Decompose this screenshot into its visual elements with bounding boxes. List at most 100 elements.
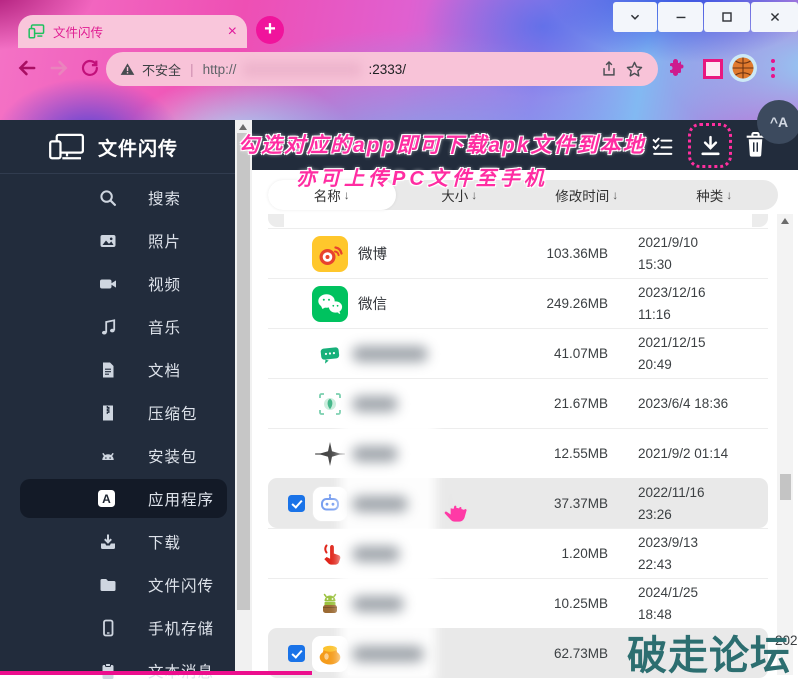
sidebar-item-label: 文件闪传 xyxy=(148,574,214,596)
reload-button[interactable] xyxy=(79,57,100,78)
tab-close-icon[interactable]: × xyxy=(228,24,237,40)
sidebar-item-videos[interactable]: 视频 xyxy=(0,262,235,305)
extensions-puzzle-icon[interactable] xyxy=(666,57,686,77)
redacted-file-name xyxy=(352,496,408,512)
insecure-warning-icon xyxy=(120,62,135,76)
bookmark-star-icon[interactable] xyxy=(625,60,644,79)
android-app-icon xyxy=(312,586,348,622)
sidebar-item-music[interactable]: 音乐 xyxy=(0,305,235,348)
text-size-fab[interactable]: ^A xyxy=(757,100,798,144)
file-size: 37.37MB xyxy=(516,479,608,528)
sparkle-app-icon xyxy=(312,436,348,472)
table-row[interactable]: 37.37MB 2022/11/16 23:26 xyxy=(268,478,768,528)
sidebar-item-installers[interactable]: 安装包 xyxy=(0,434,235,477)
wechat-app-icon xyxy=(312,286,348,322)
redacted-url-host xyxy=(243,62,361,77)
chat-app-icon xyxy=(312,336,348,372)
scrollbar-thumb[interactable] xyxy=(237,133,250,610)
annotation-line2: 亦可上传PC文件至手机 xyxy=(296,162,548,191)
robot-app-icon xyxy=(312,486,348,522)
close-window-button[interactable] xyxy=(751,2,798,32)
sidebar-item-label: 照片 xyxy=(148,230,181,252)
sidebar-item-label: 压缩包 xyxy=(148,402,198,424)
row-checkbox[interactable] xyxy=(288,645,305,662)
sidebar-item-archives[interactable]: 压缩包 xyxy=(0,391,235,434)
address-bar[interactable]: 不安全 | http:// :2333/ xyxy=(106,52,658,86)
sidebar-divider xyxy=(0,173,235,174)
address-divider: | xyxy=(190,61,194,77)
sidebar-item-search[interactable]: 搜索 xyxy=(0,176,235,219)
hand-cursor-annotation xyxy=(436,492,470,528)
forum-watermark: 破走论坛 xyxy=(627,623,791,681)
page-content: 文件闪传 搜索 照片 视频 音乐 文档 压缩包 安装包 A 应用程序 下载 xyxy=(0,120,798,675)
redacted-file-name xyxy=(352,646,424,662)
file-size: 62.73MB xyxy=(516,629,608,678)
new-tab-button[interactable]: + xyxy=(256,16,284,44)
file-table: 微博 103.36MB 2021/9/10 15:30 微信 249.26MB … xyxy=(268,228,768,678)
scan-app-icon xyxy=(312,386,348,422)
scroll-up-arrow-icon[interactable] xyxy=(781,218,789,224)
file-date: 2022/11/16 23:26 xyxy=(638,479,762,528)
browser-menu-icon[interactable] xyxy=(771,59,775,78)
app-logo: 文件闪传 xyxy=(0,124,235,170)
tab-title: 文件闪传 xyxy=(53,22,228,41)
weibo-app-icon xyxy=(312,236,348,272)
url-scheme: http:// xyxy=(203,62,237,77)
sidebar-item-label: 手机存储 xyxy=(148,617,214,639)
maximize-button[interactable] xyxy=(704,2,750,32)
row-checkbox[interactable] xyxy=(288,495,305,512)
table-row[interactable]: 21.67MB 2023/6/4 18:36 xyxy=(268,378,768,428)
sidebar-item-apps[interactable]: A 应用程序 xyxy=(0,477,235,520)
redacted-file-name xyxy=(352,396,398,412)
multiselect-list-icon[interactable] xyxy=(650,133,675,158)
forward-button[interactable] xyxy=(48,57,70,79)
zip-icon xyxy=(98,403,120,423)
redacted-file-name xyxy=(352,596,404,612)
redacted-file-name xyxy=(352,346,428,362)
table-scrollbar[interactable] xyxy=(777,214,793,675)
file-size: 103.36MB xyxy=(516,229,608,278)
photo-icon xyxy=(98,231,120,251)
touch-app-icon xyxy=(312,536,348,572)
sidebar-item-label: 应用程序 xyxy=(148,488,214,510)
profile-chevron-button[interactable] xyxy=(613,2,657,32)
table-row[interactable]: 1.20MB 2023/9/13 22:43 xyxy=(268,528,768,578)
file-size: 10.25MB xyxy=(516,579,608,628)
download-selected-button[interactable] xyxy=(688,123,732,168)
file-size: 41.07MB xyxy=(516,329,608,378)
file-size: 1.20MB xyxy=(516,529,608,578)
sidebar-item-photos[interactable]: 照片 xyxy=(0,219,235,262)
table-row[interactable]: 41.07MB 2021/12/15 20:49 xyxy=(268,328,768,378)
column-header[interactable]: 种类↓ xyxy=(651,180,779,210)
annotation-underline xyxy=(0,671,312,675)
profile-avatar[interactable] xyxy=(729,54,757,82)
sidebar-item-downloads[interactable]: 下载 xyxy=(0,520,235,563)
file-size: 249.26MB xyxy=(516,279,608,328)
folder-icon xyxy=(98,575,120,595)
partial-row-corner xyxy=(268,214,284,227)
redacted-file-name xyxy=(352,446,398,462)
table-row[interactable]: 12.55MB 2021/9/2 01:14 xyxy=(268,428,768,478)
sidebar-item-documents[interactable]: 文档 xyxy=(0,348,235,391)
minimize-button[interactable] xyxy=(658,2,703,32)
sidebar-item-label: 搜索 xyxy=(148,187,181,209)
file-size: 12.55MB xyxy=(516,429,608,478)
share-icon[interactable] xyxy=(600,60,618,78)
security-label: 不安全 xyxy=(142,60,181,79)
sidebar-panel-icon[interactable] xyxy=(703,59,723,79)
android-icon xyxy=(98,446,120,466)
music-icon xyxy=(98,317,120,337)
table-row[interactable]: 微信 249.26MB 2023/12/16 11:16 xyxy=(268,278,768,328)
sidebar-scrollbar[interactable] xyxy=(235,120,252,675)
download-icon xyxy=(98,532,120,552)
browser-tab[interactable]: 文件闪传 × xyxy=(18,15,247,48)
back-button[interactable] xyxy=(16,57,38,79)
sidebar-item-file-transfer[interactable]: 文件闪传 xyxy=(0,563,235,606)
scrollbar-thumb[interactable] xyxy=(780,474,791,500)
table-row[interactable]: 10.25MB 2024/1/25 18:48 xyxy=(268,578,768,628)
file-size: 21.67MB xyxy=(516,379,608,428)
sidebar-item-phone-storage[interactable]: 手机存储 xyxy=(0,606,235,649)
sort-arrow-icon: ↓ xyxy=(612,188,618,202)
table-row[interactable]: 微博 103.36MB 2021/9/10 15:30 xyxy=(268,228,768,278)
file-date: 2021/9/10 15:30 xyxy=(638,229,762,278)
